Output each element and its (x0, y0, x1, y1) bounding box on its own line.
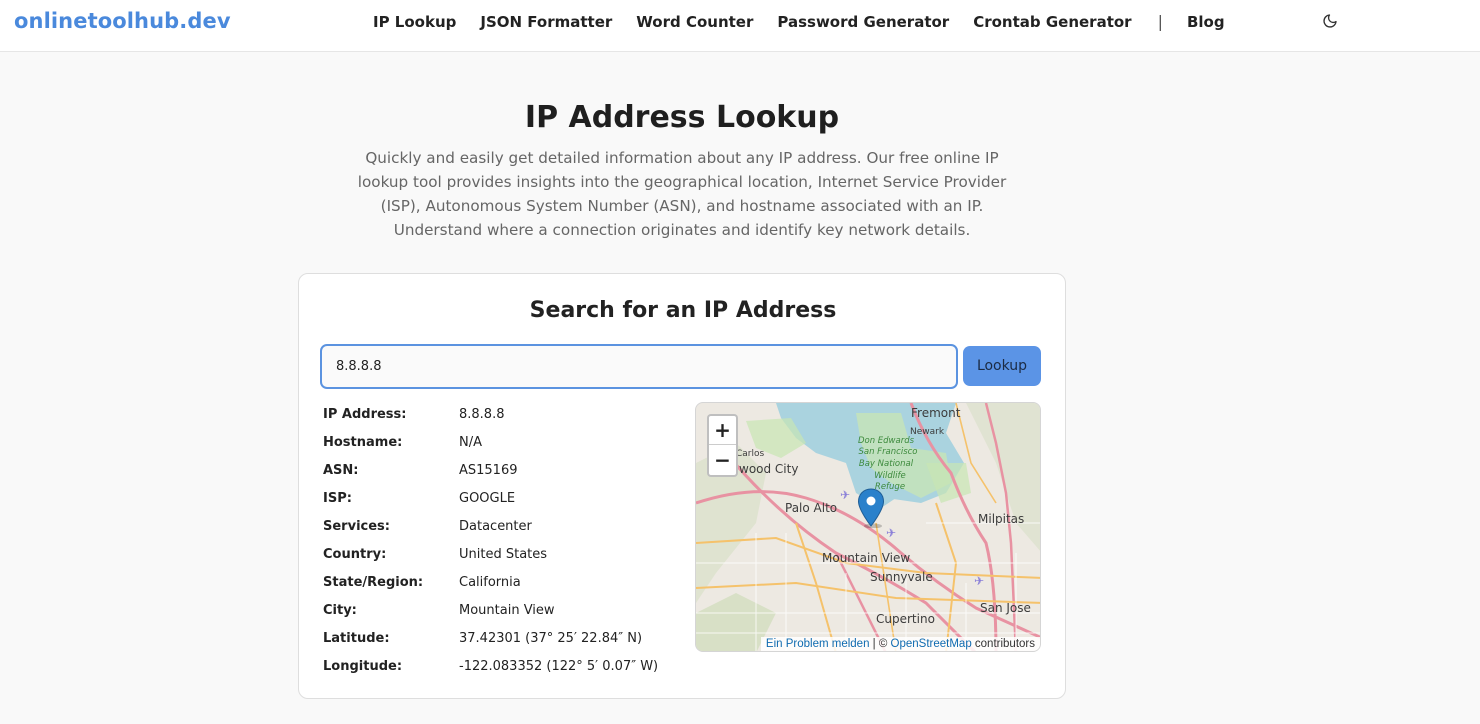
map-label-refuge: Don Edwards (858, 436, 915, 446)
detail-row-latitude: Latitude: 37.42301 (37° 25′ 22.84″ N) (323, 624, 693, 652)
svg-text:✈: ✈ (840, 488, 850, 502)
detail-value: GOOGLE (459, 490, 516, 506)
site-logo-link[interactable]: onlinetoolhub.dev (14, 9, 231, 33)
attribution-suffix: contributors (971, 638, 1035, 650)
detail-label: Services: (323, 518, 390, 534)
map-attribution: Ein Problem melden | © OpenStreetMap con… (760, 637, 1040, 651)
detail-value: Datacenter (459, 518, 532, 534)
nav-crontab-generator[interactable]: Crontab Generator (973, 13, 1131, 31)
map-label-milpitas: Milpitas (978, 512, 1024, 526)
detail-label: IP Address: (323, 406, 407, 422)
nav-json-formatter[interactable]: JSON Formatter (480, 13, 612, 31)
detail-value: N/A (459, 434, 482, 450)
svg-text:✈: ✈ (974, 574, 984, 588)
zoom-out-button[interactable]: − (709, 445, 736, 474)
detail-label: State/Region: (323, 574, 424, 590)
map-label-cupertino: Cupertino (876, 612, 935, 626)
moon-icon (1323, 14, 1337, 28)
top-navigation-bar: onlinetoolhub.dev IP Lookup JSON Formatt… (0, 0, 1480, 52)
ip-address-input[interactable] (320, 344, 958, 389)
nav-blog[interactable]: Blog (1187, 13, 1225, 31)
openstreetmap-link[interactable]: OpenStreetMap (891, 638, 972, 650)
detail-row-hostname: Hostname: N/A (323, 428, 693, 456)
detail-value: Mountain View (459, 602, 555, 618)
detail-row-region: State/Region: California (323, 568, 693, 596)
svg-text:San Francisco: San Francisco (858, 447, 917, 457)
ip-details-list: IP Address: 8.8.8.8 Hostname: N/A ASN: AS15… (323, 400, 693, 680)
svg-text:Bay National: Bay National (859, 459, 914, 469)
map-label-fremont: Fremont (911, 406, 961, 420)
detail-label: Hostname: (323, 434, 403, 450)
map-label-carlos: Carlos (736, 449, 765, 459)
svg-text:✈: ✈ (886, 526, 896, 540)
map-label-palo-alto: Palo Alto (785, 501, 837, 515)
map-label-sunnyvale: Sunnyvale (870, 570, 933, 584)
detail-row-asn: ASN: AS15169 (323, 456, 693, 484)
map-label-mountain-view: Mountain View (822, 551, 910, 565)
page-title: IP Address Lookup (524, 100, 840, 135)
detail-row-services: Services: Datacenter (323, 512, 693, 540)
nav-password-generator[interactable]: Password Generator (777, 13, 949, 31)
detail-row-country: Country: United States (323, 540, 693, 568)
detail-value: AS15169 (459, 462, 518, 478)
detail-value: 37.42301 (37° 25′ 22.84″ N) (459, 630, 643, 646)
nav-ip-lookup[interactable]: IP Lookup (373, 13, 456, 31)
attribution-divider: | © (869, 638, 891, 650)
detail-label: City: (323, 602, 357, 618)
detail-label: Latitude: (323, 630, 390, 646)
detail-value: California (459, 574, 521, 590)
map-label-san-jose: San Jose (980, 601, 1031, 615)
detail-row-isp: ISP: GOOGLE (323, 484, 693, 512)
map-label-newark: Newark (910, 427, 945, 437)
main-nav: IP Lookup JSON Formatter Word Counter Pa… (373, 12, 1225, 31)
page-description: Quickly and easily get detailed informat… (357, 149, 1007, 239)
ip-lookup-card: Search for an IP Address Lookup IP Addre… (298, 273, 1066, 699)
map-zoom-controls: + − (707, 414, 738, 477)
detail-row-longitude: Longitude: -122.083352 (122° 5′ 0.07″ W) (323, 652, 693, 680)
location-marker-icon[interactable] (857, 488, 885, 528)
nav-word-counter[interactable]: Word Counter (636, 13, 753, 31)
detail-label: ASN: (323, 462, 359, 478)
detail-row-ip: IP Address: 8.8.8.8 (323, 400, 693, 428)
search-card-title: Search for an IP Address (529, 298, 837, 323)
detail-value: United States (459, 546, 548, 562)
detail-label: ISP: (323, 490, 352, 506)
location-map[interactable]: ✈ ✈ ✈ Fremont Newark Carlos edwood City … (695, 402, 1041, 652)
detail-label: Longitude: (323, 658, 403, 674)
detail-row-city: City: Mountain View (323, 596, 693, 624)
theme-toggle-button[interactable] (1320, 11, 1340, 31)
detail-value: -122.083352 (122° 5′ 0.07″ W) (459, 658, 659, 674)
detail-value: 8.8.8.8 (459, 406, 505, 422)
detail-label: Country: (323, 546, 387, 562)
zoom-in-button[interactable]: + (709, 416, 736, 445)
report-problem-link[interactable]: Ein Problem melden (766, 638, 870, 650)
svg-text:Wildlife: Wildlife (874, 471, 905, 481)
nav-separator: | (1157, 12, 1163, 31)
lookup-button[interactable]: Lookup (963, 346, 1041, 386)
